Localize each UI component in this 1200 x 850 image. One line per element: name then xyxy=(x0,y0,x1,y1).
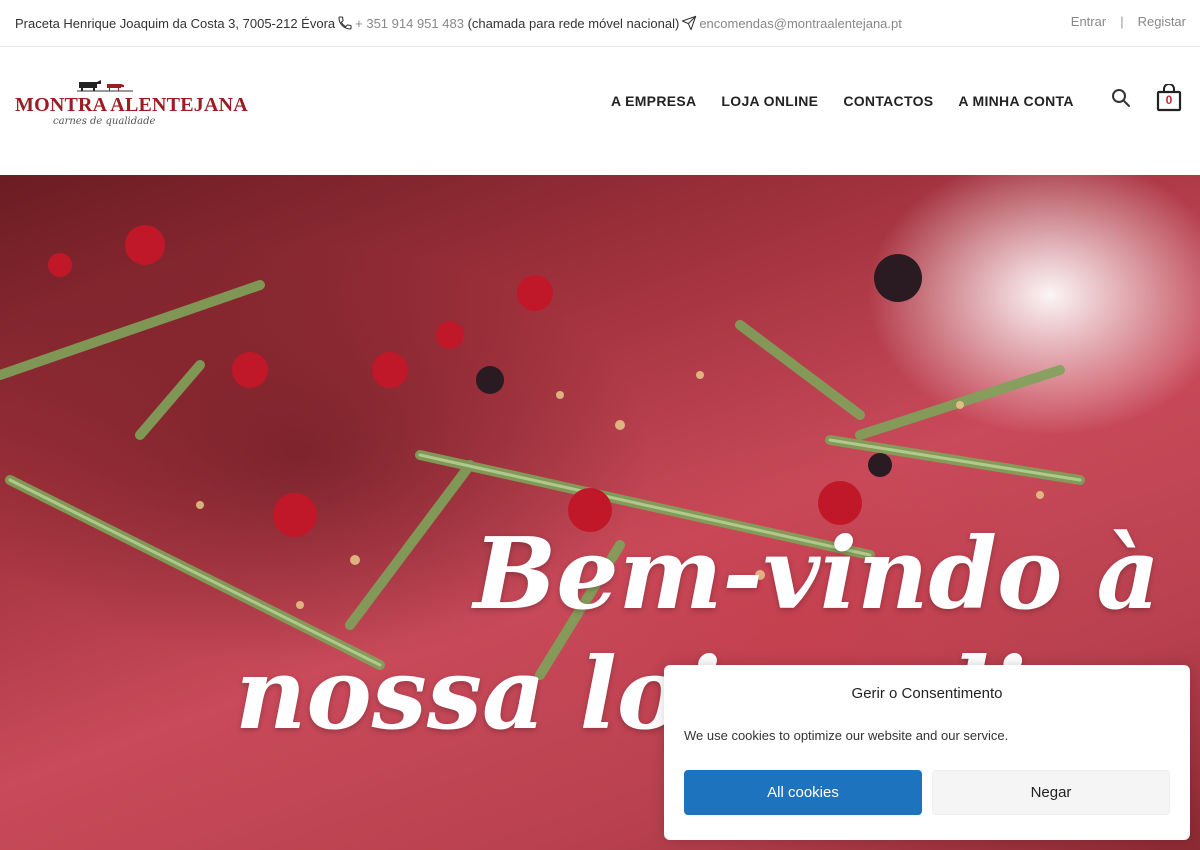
site-header: MONTRA ALENTEJANA carnes de qualidade A … xyxy=(0,47,1200,175)
email-link[interactable]: encomendas@montraalentejana.pt xyxy=(699,16,902,31)
cart-button[interactable]: 0 xyxy=(1156,83,1184,112)
nav-loja-online[interactable]: LOJA ONLINE xyxy=(721,93,818,109)
account-links: Entrar | Registar xyxy=(1071,14,1186,29)
search-icon[interactable] xyxy=(1111,88,1131,108)
deny-cookies-button[interactable]: Negar xyxy=(932,770,1170,815)
consent-message: We use cookies to optimize our website a… xyxy=(684,728,1009,743)
contact-info: Praceta Henrique Joaquim da Costa 3, 700… xyxy=(15,15,902,31)
livestock-icon xyxy=(77,80,133,92)
phone-link[interactable]: + 351 914 951 483 xyxy=(355,16,464,31)
register-link[interactable]: Registar xyxy=(1138,14,1186,29)
consent-title: Gerir o Consentimento xyxy=(851,685,1003,702)
separator: | xyxy=(1120,14,1124,29)
top-bar: Praceta Henrique Joaquim da Costa 3, 700… xyxy=(0,0,1200,47)
phone-icon xyxy=(338,16,352,30)
login-link[interactable]: Entrar xyxy=(1071,14,1106,29)
logo[interactable]: MONTRA ALENTEJANA carnes de qualidade xyxy=(15,74,248,130)
send-icon xyxy=(682,15,697,31)
hero-title-line-1: Bem-vindo à xyxy=(473,517,1160,632)
logo-tagline: carnes de qualidade xyxy=(53,116,156,127)
cookie-consent-dialog: Gerir o Consentimento We use cookies to … xyxy=(664,665,1190,840)
accept-cookies-button[interactable]: All cookies xyxy=(684,770,922,815)
logo-brand: MONTRA ALENTEJANA xyxy=(15,94,248,116)
nav-contactos[interactable]: CONTACTOS xyxy=(843,93,933,109)
main-nav: A EMPRESA LOJA ONLINE CONTACTOS A MINHA … xyxy=(611,93,1074,109)
phone-note: (chamada para rede móvel nacional) xyxy=(467,15,680,31)
address: Praceta Henrique Joaquim da Costa 3, 700… xyxy=(15,15,336,31)
cart-count: 0 xyxy=(1165,93,1173,107)
nav-a-minha-conta[interactable]: A MINHA CONTA xyxy=(958,93,1073,109)
nav-a-empresa[interactable]: A EMPRESA xyxy=(611,93,696,109)
